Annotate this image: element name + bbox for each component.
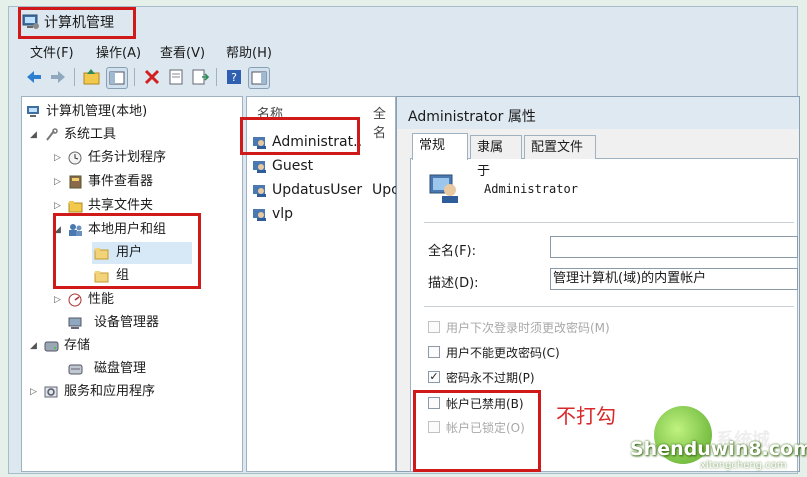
tree-item-label: 设备管理器 (94, 315, 160, 330)
annotation-note: 不打勾 (556, 404, 616, 428)
user-icon (252, 207, 268, 222)
description-label: 描述(D): (428, 276, 479, 291)
up-folder-icon[interactable] (82, 67, 102, 87)
expanded-arrow-icon[interactable]: ◢ (30, 335, 40, 357)
computer-management-icon (26, 105, 41, 119)
tree-item-label: 事件查看器 (88, 174, 154, 189)
collapsed-arrow-icon[interactable]: ▷ (54, 171, 64, 193)
divider (424, 222, 794, 223)
svg-text:?: ? (231, 71, 237, 84)
menu-file[interactable]: 文件(F) (30, 42, 74, 61)
account-disabled-highlight-box (413, 390, 541, 472)
properties-icon[interactable] (166, 67, 186, 87)
list-item-fullname: Upc (372, 182, 396, 198)
administrator-highlight-box (240, 117, 360, 155)
menu-view[interactable]: 查看(V) (160, 42, 205, 61)
list-item-label: vlp (272, 206, 294, 222)
help-icon[interactable]: ? (224, 67, 244, 87)
tree-item-label: 存储 (64, 338, 91, 353)
checkbox-label: 用户不能更改密码(C) (446, 346, 560, 360)
tree-item-performance[interactable]: ▷ 性能 (54, 289, 234, 311)
tree-item-label: 计算机管理(本地) (46, 104, 148, 119)
list-item-label: Guest (272, 158, 314, 174)
collapsed-arrow-icon[interactable]: ▷ (54, 289, 64, 311)
user-icon (252, 183, 268, 198)
checkbox-box[interactable] (428, 321, 440, 333)
user-name-text: Administrator (484, 182, 578, 196)
event-viewer-icon (68, 175, 83, 189)
user-large-icon (428, 172, 462, 208)
delete-icon[interactable] (142, 67, 162, 87)
divider (424, 306, 794, 307)
tree-item-label: 系统工具 (64, 127, 117, 142)
list-item-updatususer[interactable]: UpdatusUser Upc (252, 179, 396, 201)
tree-item-task-scheduler[interactable]: ▷ 任务计划程序 (54, 147, 234, 169)
show-hide-action-pane-icon[interactable] (248, 67, 270, 89)
watermark-site: Shenduwin8.com (630, 438, 807, 460)
expanded-arrow-icon[interactable]: ◢ (30, 124, 40, 146)
user-icon (252, 159, 268, 174)
collapsed-arrow-icon[interactable]: ▷ (30, 381, 40, 403)
tree-item-label: 磁盘管理 (94, 361, 147, 376)
list-item-label: UpdatusUser (272, 182, 363, 198)
back-arrow-icon[interactable] (24, 67, 44, 87)
tree-item-label: 性能 (88, 292, 115, 307)
menu-bar: 文件(F) 操作(A) 查看(V) 帮助(H) (16, 40, 786, 62)
tree-item-services-applications[interactable]: ▷ 服务和应用程序 (30, 381, 240, 403)
watermark-subtitle: xitongcheng.com (700, 460, 787, 471)
toolbar: ? (16, 64, 786, 92)
checkbox-label: 密码永不过期(P) (446, 371, 535, 385)
tree-item-device-manager[interactable]: 设备管理器 (68, 312, 238, 334)
forward-arrow-icon[interactable] (48, 67, 68, 87)
disk-management-icon (68, 362, 83, 376)
title-highlight-box (18, 7, 136, 39)
performance-icon (68, 293, 83, 307)
services-icon (44, 385, 59, 399)
description-input[interactable]: 管理计算机(域)的内置帐户 (550, 268, 798, 290)
checkbox-box[interactable] (428, 346, 440, 358)
dialog-title: Administrator 属性 (408, 109, 536, 125)
checkbox-label: 用户下次登录时须更改密码(M) (446, 321, 610, 335)
storage-icon (44, 339, 59, 353)
collapsed-arrow-icon[interactable]: ▷ (54, 147, 64, 169)
tab-member-of[interactable]: 隶属于 (470, 135, 522, 179)
menu-help[interactable]: 帮助(H) (226, 42, 272, 61)
fullname-label: 全名(F): (428, 244, 477, 259)
tree-item-computer-management[interactable]: 计算机管理(本地) (26, 101, 236, 123)
tree-item-disk-management[interactable]: 磁盘管理 (68, 358, 238, 380)
show-hide-tree-icon[interactable] (106, 67, 128, 89)
tree-item-label: 任务计划程序 (88, 150, 167, 165)
column-header-fullname[interactable]: 全名 (373, 103, 395, 141)
tree-item-storage[interactable]: ◢ 存储 (30, 335, 230, 357)
device-manager-icon (68, 316, 83, 330)
tree-item-label: 服务和应用程序 (64, 384, 156, 399)
shared-folder-icon (68, 199, 83, 213)
tab-profile[interactable]: 配置文件 (524, 135, 596, 159)
export-list-icon[interactable] (190, 67, 210, 87)
local-users-highlight-box (53, 213, 201, 289)
tree-item-event-viewer[interactable]: ▷ 事件查看器 (54, 171, 234, 193)
tree-item-system-tools[interactable]: ◢ 系统工具 (30, 124, 230, 146)
checkbox-box-checked[interactable]: ✓ (428, 371, 440, 383)
menu-action[interactable]: 操作(A) (96, 42, 141, 61)
tab-general[interactable]: 常规 (412, 133, 468, 160)
system-tools-icon (44, 128, 59, 142)
fullname-input[interactable] (550, 236, 798, 258)
clock-icon (68, 151, 83, 165)
